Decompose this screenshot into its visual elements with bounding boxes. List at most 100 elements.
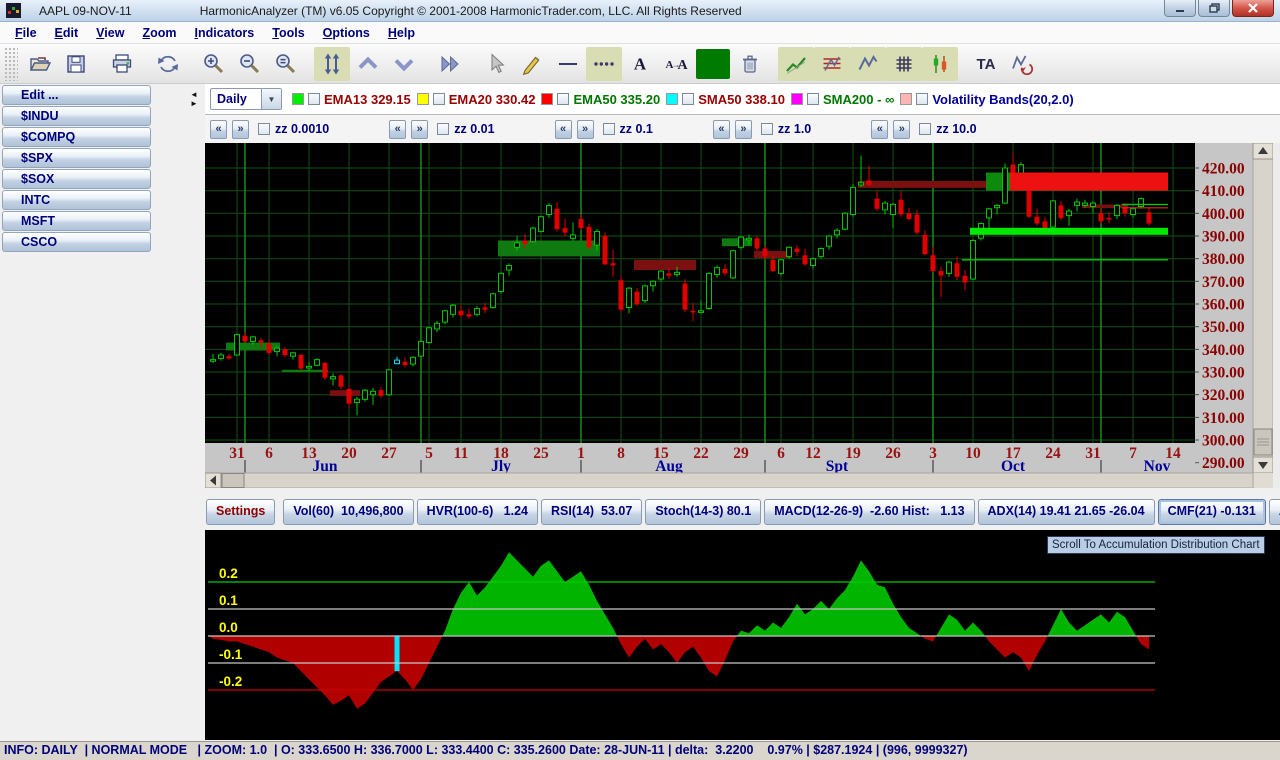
open-icon[interactable]	[22, 47, 58, 81]
color-swatch	[900, 93, 912, 105]
chevron-left-icon[interactable]: «	[871, 120, 888, 139]
timeframe-select[interactable]: Daily ▼	[210, 88, 282, 110]
svg-text:Nov: Nov	[1144, 458, 1171, 475]
svg-text:8: 8	[617, 445, 625, 462]
print-icon[interactable]	[104, 47, 140, 81]
sidebar-item-sox[interactable]: $SOX	[2, 169, 151, 189]
legend-checkbox[interactable]	[807, 93, 819, 105]
svg-text:31: 31	[1085, 445, 1101, 462]
zz-checkbox[interactable]	[258, 123, 270, 135]
candles-icon[interactable]	[922, 47, 958, 81]
legend-label: EMA20 330.42	[449, 92, 536, 107]
zz-checkbox[interactable]	[603, 123, 615, 135]
menu-view[interactable]: View	[87, 24, 133, 42]
zz-checkbox[interactable]	[761, 123, 773, 135]
zoom-out-icon[interactable]	[232, 47, 268, 81]
dots-icon[interactable]	[586, 47, 622, 81]
chevron-left-icon[interactable]: «	[389, 120, 406, 139]
indicator-button-rsi[interactable]: RSI(14) 53.07	[541, 499, 642, 525]
price-chart[interactable]: 420.00410.00400.00390.00380.00370.00360.…	[205, 143, 1280, 488]
sidebar-item-msft[interactable]: MSFT	[2, 211, 151, 231]
fib-icon[interactable]	[814, 47, 850, 81]
menu-file[interactable]: File	[6, 24, 46, 42]
chevron-right-icon[interactable]: »	[577, 120, 594, 139]
cmf-indicator-chart[interactable]: 0.20.10.0-0.1-0.2	[205, 530, 1280, 740]
indicator-button-row: Settings Vol(60) 10,496,800HVR(100-6) 1.2…	[205, 496, 1280, 527]
save-icon[interactable]	[58, 47, 94, 81]
timeframe-value: Daily	[211, 92, 261, 106]
indicator-button-cmf[interactable]: CMF(21) -0.131	[1158, 499, 1266, 525]
fast-forward-icon[interactable]	[432, 47, 468, 81]
legend-checkbox[interactable]	[557, 93, 569, 105]
sidebar-item-csco[interactable]: CSCO	[2, 232, 151, 252]
svg-text:0.0: 0.0	[219, 620, 238, 635]
chevron-right-icon[interactable]: »	[411, 120, 428, 139]
indicator-button-vol[interactable]: Vol(60) 10,496,800	[283, 499, 413, 525]
sidebar-item-intc[interactable]: INTC	[2, 190, 151, 210]
legend-item: EMA13 329.15	[292, 92, 411, 107]
indicator-button-accum-diss[interactable]: Accum/Diss(20)	[1269, 499, 1280, 525]
text-icon[interactable]: A	[622, 47, 658, 81]
ta-icon[interactable]: TA	[968, 47, 1004, 81]
zz-checkbox[interactable]	[437, 123, 449, 135]
line-icon[interactable]	[550, 47, 586, 81]
chevron-left-icon[interactable]: «	[210, 120, 227, 139]
sidebar-splitter[interactable]: ◄►	[188, 90, 200, 116]
menu-edit[interactable]: Edit	[46, 24, 88, 42]
sidebar-item-edit[interactable]: Edit ...	[2, 85, 151, 105]
menu-bar: FileEditViewZoomIndicatorsToolsOptionsHe…	[0, 22, 1280, 44]
indicator-button-settings[interactable]: Settings	[206, 499, 275, 525]
zz-checkbox[interactable]	[919, 123, 931, 135]
zigzag-reset-icon[interactable]	[1004, 47, 1040, 81]
menu-options[interactable]: Options	[314, 24, 379, 42]
legend-checkbox[interactable]	[682, 93, 694, 105]
chevron-up-icon[interactable]	[350, 47, 386, 81]
chevron-right-icon[interactable]: »	[893, 120, 910, 139]
legend-item: SMA50 338.10	[666, 92, 785, 107]
chevron-down-icon[interactable]	[386, 47, 422, 81]
svg-text:TA: TA	[977, 56, 996, 73]
zigzag-control: « » zz 1.0	[713, 120, 811, 139]
scale-y-icon[interactable]	[314, 47, 350, 81]
pencil-icon[interactable]	[514, 47, 550, 81]
cursor-icon[interactable]	[478, 47, 514, 81]
chevron-left-icon[interactable]: «	[713, 120, 730, 139]
app-logo-icon	[6, 3, 21, 18]
zigzag-icon[interactable]	[850, 47, 886, 81]
svg-text:25: 25	[533, 445, 549, 462]
indicator-button-hvr[interactable]: HVR(100-6) 1.24	[417, 499, 538, 525]
font-icon[interactable]: A→A	[658, 47, 694, 81]
minimize-button[interactable]	[1164, 0, 1196, 17]
restore-button[interactable]	[1198, 0, 1230, 17]
status-bar: INFO: DAILY | NORMAL MODE | ZOOM: 1.0 | …	[0, 741, 1280, 760]
menu-indicators[interactable]: Indicators	[185, 24, 263, 42]
indicator-button-stoch[interactable]: Stoch(14-3) 80.1	[645, 499, 761, 525]
chevron-right-icon[interactable]: »	[735, 120, 752, 139]
legend-checkbox[interactable]	[916, 93, 928, 105]
color-icon[interactable]	[696, 49, 730, 79]
indicator-button-adx[interactable]: ADX(14) 19.41 21.65 -26.04	[978, 499, 1155, 525]
toolbar-grip[interactable]	[4, 47, 18, 81]
sidebar-item-indu[interactable]: $INDU	[2, 106, 151, 126]
legend-checkbox[interactable]	[433, 93, 445, 105]
chevron-left-icon[interactable]: «	[555, 120, 572, 139]
chevron-right-icon[interactable]: »	[232, 120, 249, 139]
refresh-icon[interactable]	[150, 47, 186, 81]
legend-checkbox[interactable]	[308, 93, 320, 105]
svg-text:A: A	[634, 54, 647, 73]
legend-label: EMA50 335.20	[573, 92, 660, 107]
sidebar-item-compq[interactable]: $COMPQ	[2, 127, 151, 147]
trend-icon[interactable]	[778, 47, 814, 81]
trash-icon[interactable]	[732, 47, 768, 81]
menu-zoom[interactable]: Zoom	[133, 24, 185, 42]
color-swatch	[666, 93, 678, 105]
grid-icon[interactable]	[886, 47, 922, 81]
menu-help[interactable]: Help	[379, 24, 424, 42]
zoom-in-icon[interactable]	[196, 47, 232, 81]
menu-tools[interactable]: Tools	[263, 24, 313, 42]
zoom-reset-icon[interactable]	[268, 47, 304, 81]
sidebar-item-spx[interactable]: $SPX	[2, 148, 151, 168]
chevron-down-icon[interactable]: ▼	[261, 89, 281, 109]
close-button[interactable]	[1232, 0, 1274, 17]
indicator-button-macd[interactable]: MACD(12-26-9) -2.60 Hist: 1.13	[764, 499, 974, 525]
